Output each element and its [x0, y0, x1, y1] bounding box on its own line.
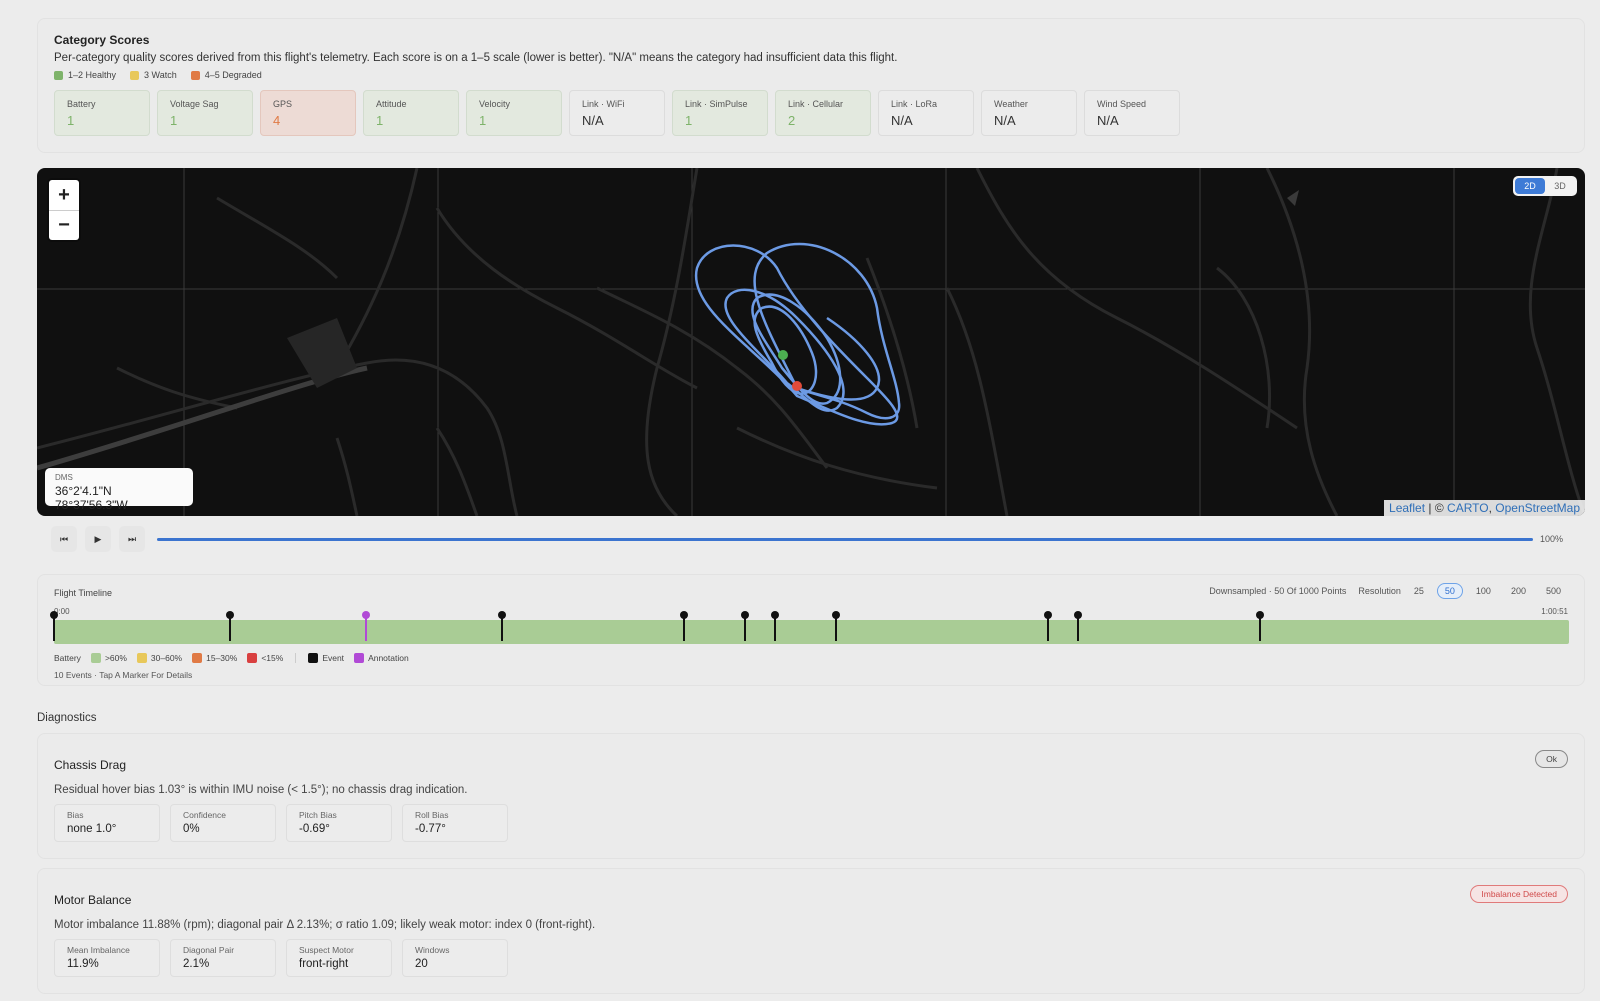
- resolution-200[interactable]: 200: [1504, 584, 1533, 598]
- motor-balance-card: Motor Balance Imbalance Detected Motor i…: [37, 868, 1585, 994]
- timeline-legend: Battery >60% 30–60% 15–30% <15% Event An…: [54, 653, 409, 663]
- legend-battery-high: >60%: [90, 653, 127, 663]
- osm-link[interactable]: OpenStreetMap: [1495, 501, 1580, 515]
- score-tile-link-cellular: Link · Cellular 2: [775, 90, 871, 136]
- timeline-title: Flight Timeline: [54, 588, 113, 598]
- chassis-status-badge: Ok: [1535, 750, 1568, 768]
- chassis-stats: Bias none 1.0° Confidence 0% Pitch Bias -0.…: [54, 804, 508, 842]
- legend-degraded: 4–5 Degraded: [190, 70, 262, 80]
- stat-bias: Bias none 1.0°: [54, 804, 160, 842]
- view-2d-button[interactable]: 2D: [1515, 178, 1545, 194]
- playback-percent: 100%: [1539, 534, 1563, 544]
- timeline-event-marker[interactable]: [1255, 611, 1264, 641]
- legend-event: Event: [308, 653, 344, 663]
- motor-stats: Mean Imbalance 11.9% Diagonal Pair 2.1% Su…: [54, 939, 508, 977]
- score-tile-gps: GPS 4: [260, 90, 356, 136]
- resolution-label: Resolution: [1358, 586, 1401, 596]
- zoom-in-button[interactable]: +: [49, 180, 79, 210]
- timeline-end-time: 1:00:51: [1541, 607, 1568, 616]
- timeline-footer: 10 Events · Tap A Marker For Details: [54, 670, 193, 680]
- downsample-info: Downsampled · 50 Of 1000 Points: [1209, 586, 1347, 596]
- timeline-event-marker[interactable]: [498, 611, 507, 641]
- resolution-100[interactable]: 100: [1469, 584, 1498, 598]
- coordinate-value: 36°2'4.1"N 78°37'56.3"W: [55, 484, 128, 512]
- zoom-out-button[interactable]: −: [49, 210, 79, 240]
- legend-healthy: 1–2 Healthy: [54, 70, 116, 80]
- score-tile-link-simpulse: Link · SimPulse 1: [672, 90, 768, 136]
- stat-suspect-motor: Suspect Motor front-right: [286, 939, 392, 977]
- score-tile-velocity: Velocity 1: [466, 90, 562, 136]
- chassis-drag-title: Chassis Drag: [54, 758, 127, 772]
- skip-back-button[interactable]: ⏮: [51, 526, 77, 552]
- category-scores-card: Category Scores Per-category quality sco…: [37, 18, 1585, 153]
- playback-controls: ⏮ ▶ ⏭ 100%: [37, 520, 1585, 558]
- timeline-event-marker[interactable]: [680, 611, 689, 641]
- map-attribution: Leaflet | © CARTO, OpenStreetMap: [1384, 500, 1585, 516]
- resolution-500[interactable]: 500: [1539, 584, 1568, 598]
- skip-forward-button[interactable]: ⏭: [119, 526, 145, 552]
- timeline-event-marker[interactable]: [1074, 611, 1083, 641]
- view-mode-toggle: 2D 3D: [1513, 176, 1577, 196]
- score-tile-wind-speed: Wind Speed N/A: [1084, 90, 1180, 136]
- resolution-25[interactable]: 25: [1407, 584, 1431, 598]
- legend-battery-label: Battery: [54, 653, 81, 663]
- route-start-marker: [778, 350, 788, 360]
- chassis-drag-card: Chassis Drag Ok Residual hover bias 1.03…: [37, 733, 1585, 859]
- score-tile-voltage-sag: Voltage Sag 1: [157, 90, 253, 136]
- coordinate-format-label: DMS: [55, 473, 73, 482]
- timeline-event-marker[interactable]: [740, 611, 749, 641]
- chassis-drag-description: Residual hover bias 1.03° is within IMU …: [54, 784, 468, 796]
- legend-battery-low: 15–30%: [192, 653, 237, 663]
- timeline-event-marker[interactable]: [831, 611, 840, 641]
- stat-mean-imbalance: Mean Imbalance 11.9%: [54, 939, 160, 977]
- motor-balance-title: Motor Balance: [54, 893, 132, 907]
- playback-scrubber[interactable]: [157, 538, 1533, 541]
- play-button[interactable]: ▶: [85, 526, 111, 552]
- score-tiles: Battery 1 Voltage Sag 1 GPS 4 Attitude 1 Vel…: [54, 90, 1180, 136]
- stat-diagonal-pair: Diagonal Pair 2.1%: [170, 939, 276, 977]
- score-tile-attitude: Attitude 1: [363, 90, 459, 136]
- category-scores-description: Per-category quality scores derived from…: [54, 52, 898, 64]
- score-tile-weather: Weather N/A: [981, 90, 1077, 136]
- diagnostics-heading: Diagnostics: [37, 712, 97, 724]
- stat-roll-bias: Roll Bias -0.77°: [402, 804, 508, 842]
- stat-confidence: Confidence 0%: [170, 804, 276, 842]
- leaflet-link[interactable]: Leaflet: [1389, 501, 1425, 515]
- timeline-resolution: Downsampled · 50 Of 1000 Points Resoluti…: [1209, 583, 1568, 599]
- carto-link[interactable]: CARTO: [1447, 501, 1489, 515]
- resolution-50[interactable]: 50: [1436, 583, 1463, 599]
- score-tile-battery: Battery 1: [54, 90, 150, 136]
- timeline-annotation-marker[interactable]: [362, 611, 371, 641]
- motor-balance-description: Motor imbalance 11.88% (rpm); diagonal p…: [54, 919, 596, 931]
- flight-timeline-card: Flight Timeline Downsampled · 50 Of 1000…: [37, 574, 1585, 686]
- timeline-event-marker[interactable]: [50, 611, 58, 641]
- stat-pitch-bias: Pitch Bias -0.69°: [286, 804, 392, 842]
- legend-battery-critical: <15%: [247, 653, 283, 663]
- score-tile-link-wifi: Link · WiFi N/A: [569, 90, 665, 136]
- view-3d-button[interactable]: 3D: [1545, 178, 1575, 194]
- coordinate-readout: DMS 36°2'4.1"N 78°37'56.3"W: [45, 468, 193, 512]
- motor-status-badge: Imbalance Detected: [1470, 885, 1568, 903]
- map-tiles[interactable]: [37, 168, 1585, 516]
- battery-bar[interactable]: [54, 620, 1569, 644]
- legend-annotation: Annotation: [354, 653, 409, 663]
- stat-windows: Windows 20: [402, 939, 508, 977]
- score-legend: 1–2 Healthy 3 Watch 4–5 Degraded: [54, 70, 262, 80]
- timeline-event-marker[interactable]: [771, 611, 780, 641]
- category-scores-title: Category Scores: [54, 33, 150, 47]
- legend-watch: 3 Watch: [130, 70, 177, 80]
- timeline-event-marker[interactable]: [225, 611, 234, 641]
- score-tile-link-lora: Link · LoRa N/A: [878, 90, 974, 136]
- legend-battery-mid: 30–60%: [136, 653, 182, 663]
- timeline-event-marker[interactable]: [1043, 611, 1052, 641]
- route-end-marker: [792, 381, 802, 391]
- flight-map[interactable]: + − 2D 3D DMS 36°2'4.1"N 78°37'56.3"W Le…: [37, 168, 1585, 516]
- zoom-controls: + −: [49, 180, 79, 240]
